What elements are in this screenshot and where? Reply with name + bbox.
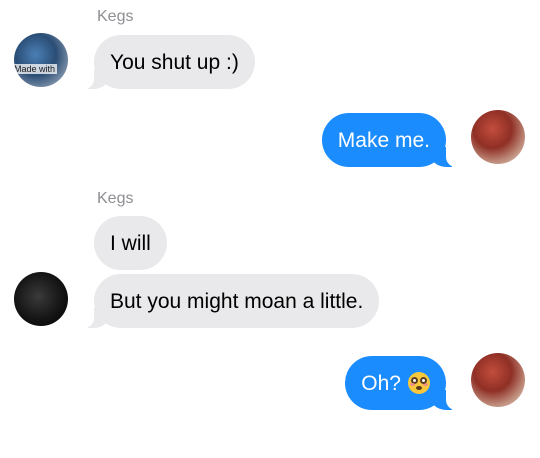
kegs-avatar[interactable] (14, 272, 68, 326)
me-avatar[interactable] (471, 110, 525, 164)
sender-name: Kegs (97, 190, 134, 207)
sender-name: Kegs (97, 8, 134, 25)
message-text: Oh? (361, 371, 401, 395)
message-text: But you might moan a little. (110, 289, 364, 313)
me-avatar[interactable] (471, 353, 525, 407)
message-bubble-outgoing[interactable]: Oh? (345, 356, 458, 410)
kegs-avatar[interactable]: Made with (14, 33, 68, 87)
flushed-face-icon (408, 372, 430, 394)
message-bubble-incoming[interactable]: But you might moan a little. (81, 274, 380, 328)
message-text: I will (110, 231, 151, 255)
message-bubble-outgoing[interactable]: Make me. (321, 113, 459, 167)
message-bubble-incoming[interactable]: I will (94, 216, 167, 270)
message-text: You shut up :) (110, 50, 239, 74)
avatar-watermark: Made with (14, 64, 58, 74)
message-bubble-incoming[interactable]: You shut up :) (82, 35, 255, 89)
message-text: Make me. (337, 128, 430, 152)
